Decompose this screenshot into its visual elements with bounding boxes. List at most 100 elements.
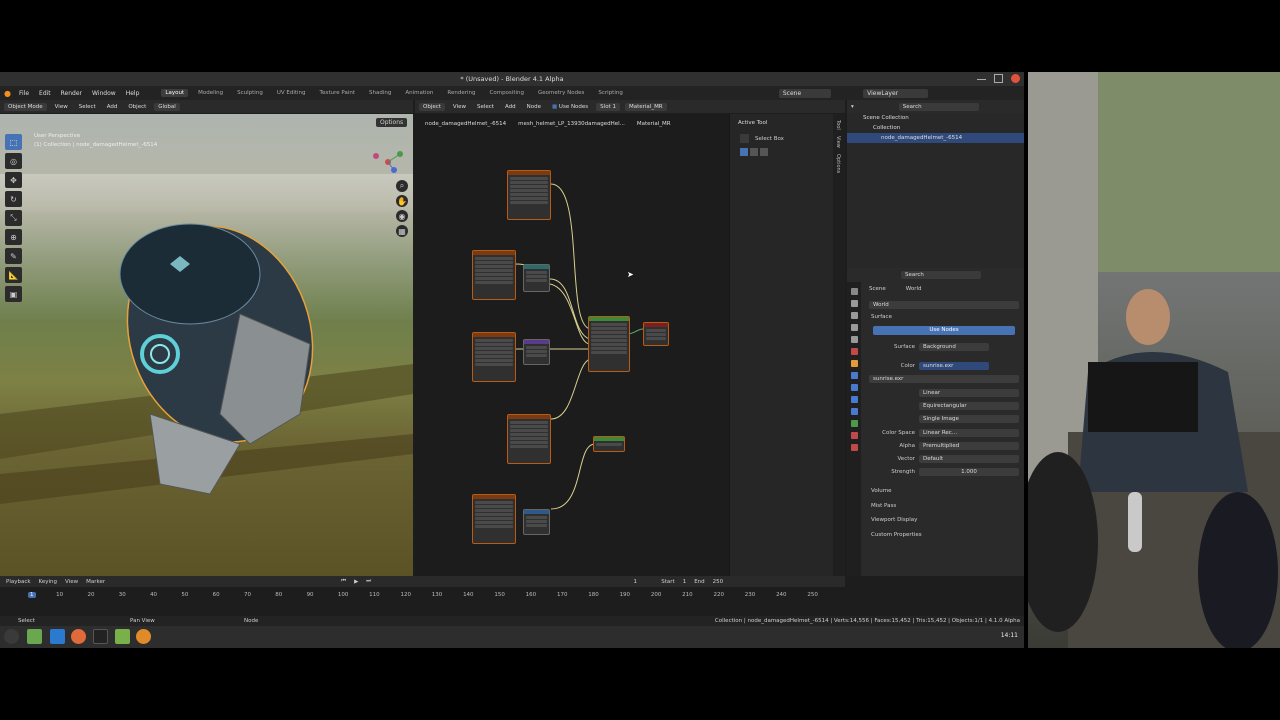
- object-mode-dropdown[interactable]: Object Mode: [4, 102, 47, 111]
- move-icon[interactable]: ✥: [5, 172, 22, 188]
- transform-icon[interactable]: ⊕: [5, 229, 22, 245]
- menu-edit[interactable]: Edit: [37, 90, 53, 97]
- viewport-options-button[interactable]: Options: [376, 118, 408, 127]
- tab-view[interactable]: View: [835, 136, 841, 148]
- camera-view-icon[interactable]: ◉: [396, 210, 408, 222]
- jump-end-icon[interactable]: ⏭: [366, 578, 371, 585]
- files-icon[interactable]: [27, 629, 42, 644]
- use-nodes-checkbox[interactable]: ■ Use Nodes: [549, 103, 591, 111]
- navigation-gizmo-icon[interactable]: [366, 144, 410, 180]
- object-tab-icon[interactable]: [850, 360, 858, 367]
- add-cube-icon[interactable]: ▣: [5, 286, 22, 302]
- maximize-icon[interactable]: [994, 74, 1003, 83]
- blender-logo-icon[interactable]: ●: [4, 89, 11, 98]
- use-nodes-button[interactable]: Use Nodes: [873, 326, 1015, 335]
- view-layer-tab-icon[interactable]: [850, 324, 858, 331]
- terminal-icon[interactable]: [93, 629, 108, 644]
- transform-orientation-dropdown[interactable]: Global: [154, 102, 180, 111]
- data-tab-icon[interactable]: [850, 420, 858, 427]
- scene-selector[interactable]: Scene: [778, 88, 832, 98]
- texture-tab-icon[interactable]: [850, 444, 858, 451]
- node-menu-node[interactable]: Node: [524, 103, 544, 111]
- viewport-menu-select[interactable]: Select: [76, 103, 99, 111]
- vscode-icon[interactable]: [50, 629, 65, 644]
- minimize-icon[interactable]: [977, 74, 986, 80]
- emission-node[interactable]: [593, 436, 625, 452]
- tab-geometry-nodes[interactable]: Geometry Nodes: [534, 89, 588, 97]
- projection-dropdown[interactable]: Equirectangular: [919, 401, 1019, 410]
- constraints-tab-icon[interactable]: [850, 408, 858, 415]
- mode-extend-icon[interactable]: [750, 148, 758, 156]
- world-name-field[interactable]: World: [869, 300, 1019, 309]
- timeline-menu-playback[interactable]: Playback: [6, 579, 31, 585]
- image-texture-node[interactable]: [472, 250, 516, 300]
- select-box-icon[interactable]: ⬚: [5, 134, 22, 150]
- tab-shading[interactable]: Shading: [365, 89, 395, 97]
- color-input-field[interactable]: sunrise.exr: [919, 361, 989, 370]
- tab-sculpting[interactable]: Sculpting: [233, 89, 267, 97]
- material-tab-icon[interactable]: [850, 432, 858, 439]
- frame-ruler[interactable]: 1 10 20 30 40 50 60 70 80 90 100 110 120 130 140 150 160…: [0, 588, 845, 602]
- source-dropdown[interactable]: Single Image: [919, 414, 1019, 423]
- annotate-icon[interactable]: ✎: [5, 248, 22, 264]
- tab-animation[interactable]: Animation: [401, 89, 437, 97]
- image-texture-node[interactable]: [507, 414, 551, 464]
- node-menu-view[interactable]: View: [450, 103, 469, 111]
- tab-scripting[interactable]: Scripting: [594, 89, 626, 97]
- tool-tab-icon[interactable]: [850, 288, 858, 295]
- start-menu-icon[interactable]: [4, 629, 19, 644]
- math-node[interactable]: [523, 509, 550, 535]
- slot-dropdown[interactable]: Slot 1: [596, 102, 620, 111]
- tab-modeling[interactable]: Modeling: [194, 89, 227, 97]
- scale-icon[interactable]: ⤡: [5, 210, 22, 226]
- timeline-menu-keying[interactable]: Keying: [39, 579, 57, 585]
- material-output-node[interactable]: [643, 322, 669, 346]
- viewport-menu-view[interactable]: View: [52, 103, 71, 111]
- tab-tool[interactable]: Tool: [835, 120, 841, 130]
- alpha-dropdown[interactable]: Premultiplied: [919, 441, 1019, 450]
- menu-render[interactable]: Render: [59, 90, 84, 97]
- tab-uv-editing[interactable]: UV Editing: [273, 89, 310, 97]
- outliner-scene-collection[interactable]: Scene Collection: [847, 113, 1024, 123]
- zoom-icon[interactable]: ⌕: [396, 180, 408, 192]
- outliner-filter-icon[interactable]: ▾: [851, 104, 854, 110]
- timeline-menu-marker[interactable]: Marker: [86, 579, 105, 585]
- interpolation-dropdown[interactable]: Linear: [919, 388, 1019, 397]
- pan-hand-icon[interactable]: ✋: [396, 195, 408, 207]
- physics-tab-icon[interactable]: [850, 396, 858, 403]
- timeline-menu-view[interactable]: View: [65, 579, 78, 585]
- viewport-menu-object[interactable]: Object: [125, 103, 149, 111]
- ortho-grid-icon[interactable]: ▦: [396, 225, 408, 237]
- current-frame-field[interactable]: 1: [617, 579, 653, 585]
- particles-tab-icon[interactable]: [850, 384, 858, 391]
- menu-file[interactable]: File: [17, 90, 31, 97]
- folder-icon[interactable]: [115, 629, 130, 644]
- close-icon[interactable]: [1011, 74, 1020, 83]
- volume-panel-header[interactable]: Volume: [871, 484, 922, 499]
- firefox-icon[interactable]: [71, 629, 86, 644]
- node-menu-add[interactable]: Add: [502, 103, 519, 111]
- surface-shader-field[interactable]: Background: [919, 342, 989, 351]
- image-name-field[interactable]: sunrise.exr: [869, 374, 1019, 383]
- world-tab-icon[interactable]: [850, 348, 858, 355]
- separate-color-node[interactable]: [523, 264, 550, 292]
- node-menu-select[interactable]: Select: [474, 103, 497, 111]
- viewlayer-selector[interactable]: ViewLayer: [863, 88, 929, 98]
- output-tab-icon[interactable]: [850, 312, 858, 319]
- modifier-tab-icon[interactable]: [850, 372, 858, 379]
- play-icon[interactable]: ▶: [354, 579, 358, 585]
- color-space-dropdown[interactable]: Linear Rec...: [919, 428, 1019, 437]
- cursor-icon[interactable]: ◎: [5, 153, 22, 169]
- select-box-tool[interactable]: Select Box: [730, 132, 833, 145]
- blender-taskbar-icon[interactable]: [136, 629, 151, 644]
- properties-search-input[interactable]: Search: [901, 270, 981, 279]
- vector-field[interactable]: Default: [919, 454, 1019, 463]
- measure-icon[interactable]: 📐: [5, 267, 22, 283]
- mode-new-icon[interactable]: [740, 148, 748, 156]
- outliner-collection[interactable]: Collection: [847, 123, 1024, 133]
- material-selector[interactable]: Material_MR: [624, 102, 667, 111]
- end-frame-field[interactable]: 250: [713, 579, 724, 585]
- jump-start-icon[interactable]: ⏮: [341, 578, 346, 585]
- outliner-helmet-object[interactable]: node_damagedHelmet_-6514: [847, 133, 1024, 143]
- scene-tab-icon[interactable]: [850, 336, 858, 343]
